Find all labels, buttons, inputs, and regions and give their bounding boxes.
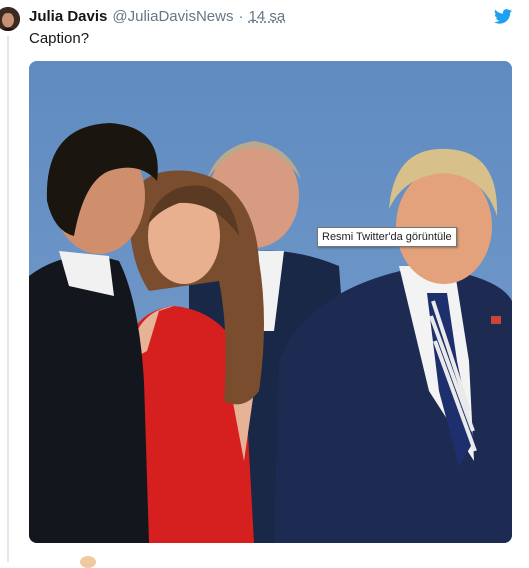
author-avatar[interactable] xyxy=(0,7,20,31)
tweet-timestamp[interactable]: 14 sa xyxy=(248,8,285,25)
author-handle[interactable]: @JuliaDavisNews xyxy=(112,8,233,25)
tweet-photo[interactable] xyxy=(29,61,512,543)
tweet-text: Caption? xyxy=(29,30,90,47)
tweet-header: Julia Davis @JuliaDavisNews · 14 sa xyxy=(29,8,285,28)
author-name[interactable]: Julia Davis xyxy=(29,8,107,25)
twitter-bird-icon[interactable] xyxy=(494,9,512,24)
meta-separator: · xyxy=(238,8,244,25)
thread-line xyxy=(7,36,9,562)
reply-avatar xyxy=(80,556,96,568)
image-tooltip: Resmi Twitter'da görüntüle xyxy=(317,227,457,247)
